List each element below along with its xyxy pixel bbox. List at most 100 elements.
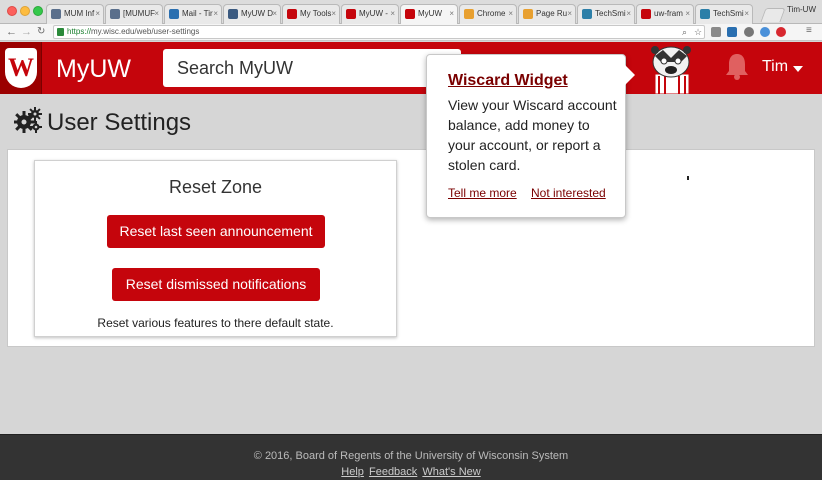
tab-label: uw-fram (654, 9, 683, 18)
tab-favicon-icon (464, 9, 474, 19)
footer-links: Help Feedback What's New (0, 466, 822, 478)
tab-label: Mail - Tir (182, 9, 213, 18)
reset-zone-card: Reset Zone Reset last seen announcement … (34, 160, 397, 337)
tab-close-icon[interactable]: × (331, 5, 336, 23)
chevron-down-icon[interactable] (793, 66, 803, 72)
lock-icon (57, 28, 64, 36)
browser-tab[interactable]: uw-fram × (636, 4, 694, 24)
popover-arrow (625, 65, 635, 85)
feedback-link[interactable]: Feedback (369, 466, 417, 478)
tab-close-icon[interactable]: × (95, 5, 100, 23)
page-title: User Settings (47, 109, 192, 136)
forward-icon[interactable]: → (21, 25, 32, 39)
zoom-icon[interactable]: ⌕ (682, 26, 687, 38)
tab-favicon-icon (51, 9, 61, 19)
reset-announcement-button[interactable]: Reset last seen announcement (107, 215, 325, 248)
tab-favicon-icon (228, 9, 238, 19)
extension-icon[interactable] (727, 27, 737, 37)
tab-favicon-icon (641, 9, 651, 19)
menu-icon[interactable]: ≡ (806, 24, 812, 38)
crest-w-icon: W (5, 48, 37, 88)
tab-label: [MUMUF (123, 9, 155, 18)
new-tab-button[interactable] (760, 8, 786, 22)
extension-icon[interactable] (760, 27, 770, 37)
browser-tab[interactable]: [MUMUF × (105, 4, 163, 24)
tab-close-icon[interactable]: × (744, 5, 749, 23)
tab-label: MyUW D (241, 9, 273, 18)
maximize-window-button[interactable] (33, 6, 43, 16)
tab-close-icon[interactable]: × (213, 5, 218, 23)
browser-toolbar: ← → ↻ https://my.wisc.edu/web/user-setti… (0, 24, 822, 41)
tab-label: My Tools (300, 9, 332, 18)
tab-label: MUM Inf (64, 9, 95, 18)
popover-title[interactable]: Wiscard Widget (448, 72, 568, 90)
tab-close-icon[interactable]: × (154, 5, 159, 23)
page-title-bar: User Settings (0, 94, 822, 149)
close-window-button[interactable] (7, 6, 17, 16)
browser-tab[interactable]: Chrome × (459, 4, 517, 24)
back-icon[interactable]: ← (6, 25, 17, 39)
browser-tab[interactable]: MyUW - × (341, 4, 399, 24)
wiscard-widget-popover: Wiscard Widget View your Wiscard account… (426, 54, 635, 218)
browser-tab[interactable]: TechSmi × (577, 4, 635, 24)
brand-title[interactable]: MyUW (56, 55, 131, 84)
uw-crest-logo[interactable]: W (0, 42, 42, 94)
tab-label: TechSmi (713, 9, 744, 18)
tab-favicon-icon (700, 9, 710, 19)
browser-tab[interactable]: Page Ru × (518, 4, 576, 24)
browser-tab[interactable]: MUM Inf × (46, 4, 104, 24)
reset-zone-description: Reset various features to there default … (97, 316, 334, 330)
opera-icon[interactable] (776, 27, 786, 37)
notifications-bell-icon[interactable] (724, 52, 750, 80)
url-scheme: https:// (67, 27, 92, 36)
tab-favicon-icon (110, 9, 120, 19)
search-input[interactable]: Search MyUW (163, 49, 461, 87)
extension-icon[interactable] (744, 27, 754, 37)
browser-tab[interactable]: My Tools × (282, 4, 340, 24)
extension-icon[interactable] (711, 27, 721, 37)
app-header: W MyUW Search MyUW Tim (0, 42, 822, 94)
address-bar[interactable]: https://my.wisc.edu/web/user-settings ⌕ … (53, 25, 705, 39)
tab-label: MyUW - (359, 9, 388, 18)
bucky-badger-icon (651, 46, 691, 94)
tell-me-more-link[interactable]: Tell me more (448, 186, 517, 200)
tab-close-icon[interactable]: × (272, 5, 277, 23)
tab-close-icon[interactable]: × (449, 5, 454, 23)
tab-favicon-icon (287, 9, 297, 19)
tab-label: TechSmi (595, 9, 626, 18)
tab-close-icon[interactable]: × (626, 5, 631, 23)
settings-content: Reset Zone Reset last seen announcement … (7, 149, 815, 347)
tab-label: MyUW (418, 9, 442, 18)
browser-tab[interactable]: MyUW × (400, 4, 458, 24)
tab-close-icon[interactable]: × (508, 5, 513, 23)
tab-close-icon[interactable]: × (390, 5, 395, 23)
whats-new-link[interactable]: What's New (422, 466, 480, 478)
reset-notifications-button[interactable]: Reset dismissed notifications (112, 268, 320, 301)
browser-tab[interactable]: MyUW D × (223, 4, 281, 24)
tab-favicon-icon (346, 9, 356, 19)
minimize-window-button[interactable] (20, 6, 30, 16)
browser-profile[interactable]: Tim-UW (787, 5, 816, 14)
reset-zone-title: Reset Zone (168, 177, 263, 197)
tab-close-icon[interactable]: × (567, 5, 572, 23)
copyright-text: © 2016, Board of Regents of the Universi… (253, 450, 569, 462)
url-path: my.wisc.edu/web/user-settings (91, 27, 200, 36)
browser-tab[interactable]: Mail - Tir × (164, 4, 222, 24)
gears-icon (14, 107, 42, 133)
not-interested-link[interactable]: Not interested (531, 186, 606, 200)
tab-favicon-icon (523, 9, 533, 19)
popover-body: View your Wiscard account balance, add m… (448, 97, 617, 173)
page-footer: © 2016, Board of Regents of the Universi… (0, 434, 822, 480)
browser-tabs: MUM Inf × [MUMUF × Mail - Tir × MyUW D × My Tool… (46, 4, 754, 24)
tab-favicon-icon (405, 9, 415, 19)
tab-label: Chrome (477, 9, 506, 18)
help-link[interactable]: Help (341, 466, 364, 478)
tab-close-icon[interactable]: × (685, 5, 690, 23)
tab-favicon-icon (582, 9, 592, 19)
user-menu[interactable]: Tim (762, 58, 788, 76)
reload-icon[interactable]: ↻ (37, 25, 45, 39)
bookmark-star-icon[interactable]: ☆ (694, 26, 702, 38)
tab-favicon-icon (169, 9, 179, 19)
browser-tab[interactable]: TechSmi × (695, 4, 753, 24)
tab-label: Page Ru (536, 9, 568, 18)
